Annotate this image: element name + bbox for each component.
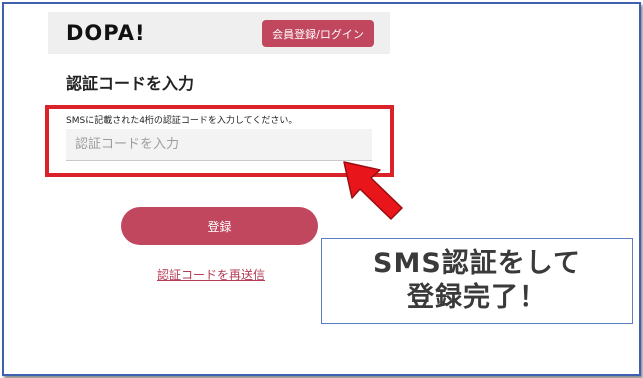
instruction-text: SMSに記載された4桁の認証コードを入力してください。 (66, 116, 298, 126)
callout-line-2: 登録完了！ (407, 282, 547, 313)
dopa-logo[interactable]: DOPA! (66, 21, 146, 45)
annotation-callout: SMS認証をして 登録完了！ (321, 238, 633, 324)
register-login-button[interactable]: 会員登録/ログイン (262, 20, 374, 47)
resend-code-link[interactable]: 認証コードを再送信 (157, 266, 265, 283)
site-header: DOPA! 会員登録/ログイン (48, 12, 390, 54)
callout-line-1: SMS認証をして (373, 248, 581, 279)
page-title: 認証コードを入力 (66, 74, 195, 93)
red-arrow-icon (343, 161, 403, 220)
register-button[interactable]: 登録 (121, 207, 318, 245)
verification-code-input[interactable] (66, 129, 372, 161)
